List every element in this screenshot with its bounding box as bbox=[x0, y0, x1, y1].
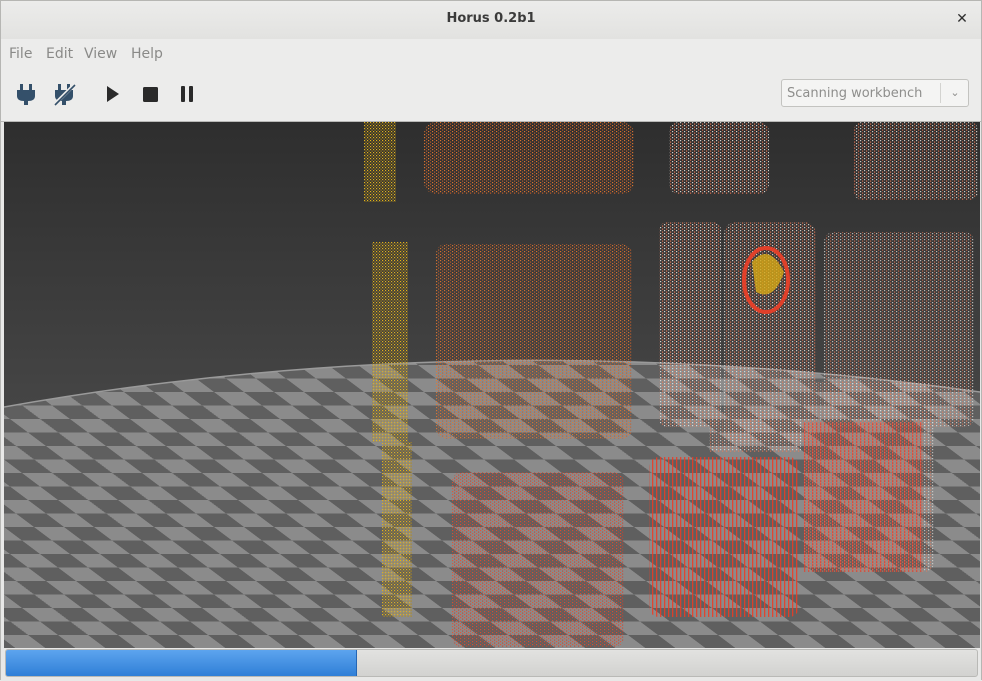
point-cloud-face bbox=[724, 222, 816, 442]
horus-window: Horus 0.2b1 ✕ File Edit View Help Scanni… bbox=[0, 0, 982, 681]
menu-view[interactable]: View bbox=[84, 46, 117, 62]
chevron-down-icon[interactable]: ⌄ bbox=[942, 80, 968, 106]
close-icon[interactable]: ✕ bbox=[953, 10, 971, 28]
menu-file[interactable]: File bbox=[9, 46, 32, 62]
workbench-select-value: Scanning workbench bbox=[787, 86, 923, 101]
play-icon[interactable] bbox=[99, 81, 125, 107]
menu-bar: File Edit View Help bbox=[1, 39, 981, 69]
point-cloud-face bbox=[649, 457, 799, 617]
workbench-select[interactable]: Scanning workbench ⌄ bbox=[781, 79, 969, 107]
window-title: Horus 0.2b1 bbox=[446, 11, 536, 26]
point-cloud-face bbox=[424, 122, 634, 194]
point-cloud-face bbox=[804, 422, 924, 572]
point-cloud-face bbox=[436, 244, 632, 439]
point-cloud-face bbox=[659, 222, 721, 427]
disconnect-icon[interactable] bbox=[51, 81, 77, 107]
status-bar bbox=[1, 648, 981, 681]
stop-icon[interactable] bbox=[137, 81, 163, 107]
point-cloud-face bbox=[452, 472, 624, 647]
menu-help[interactable]: Help bbox=[131, 46, 163, 62]
pause-icon[interactable] bbox=[174, 81, 200, 107]
point-cloud-face bbox=[669, 122, 769, 194]
scan-progress-bar bbox=[5, 649, 978, 677]
connect-icon[interactable] bbox=[13, 81, 39, 107]
point-cloud-face bbox=[364, 122, 396, 202]
menu-edit[interactable]: Edit bbox=[46, 46, 73, 62]
point-cloud-face bbox=[372, 242, 408, 442]
point-cloud-face bbox=[709, 412, 801, 452]
toolbar: Scanning workbench ⌄ bbox=[1, 69, 981, 122]
title-bar: Horus 0.2b1 ✕ bbox=[1, 1, 981, 40]
combo-divider bbox=[940, 83, 941, 103]
point-cloud-face bbox=[382, 442, 412, 617]
scan-progress-fill bbox=[6, 650, 357, 676]
point-cloud-face bbox=[854, 122, 978, 200]
scene-viewport[interactable] bbox=[4, 122, 980, 648]
